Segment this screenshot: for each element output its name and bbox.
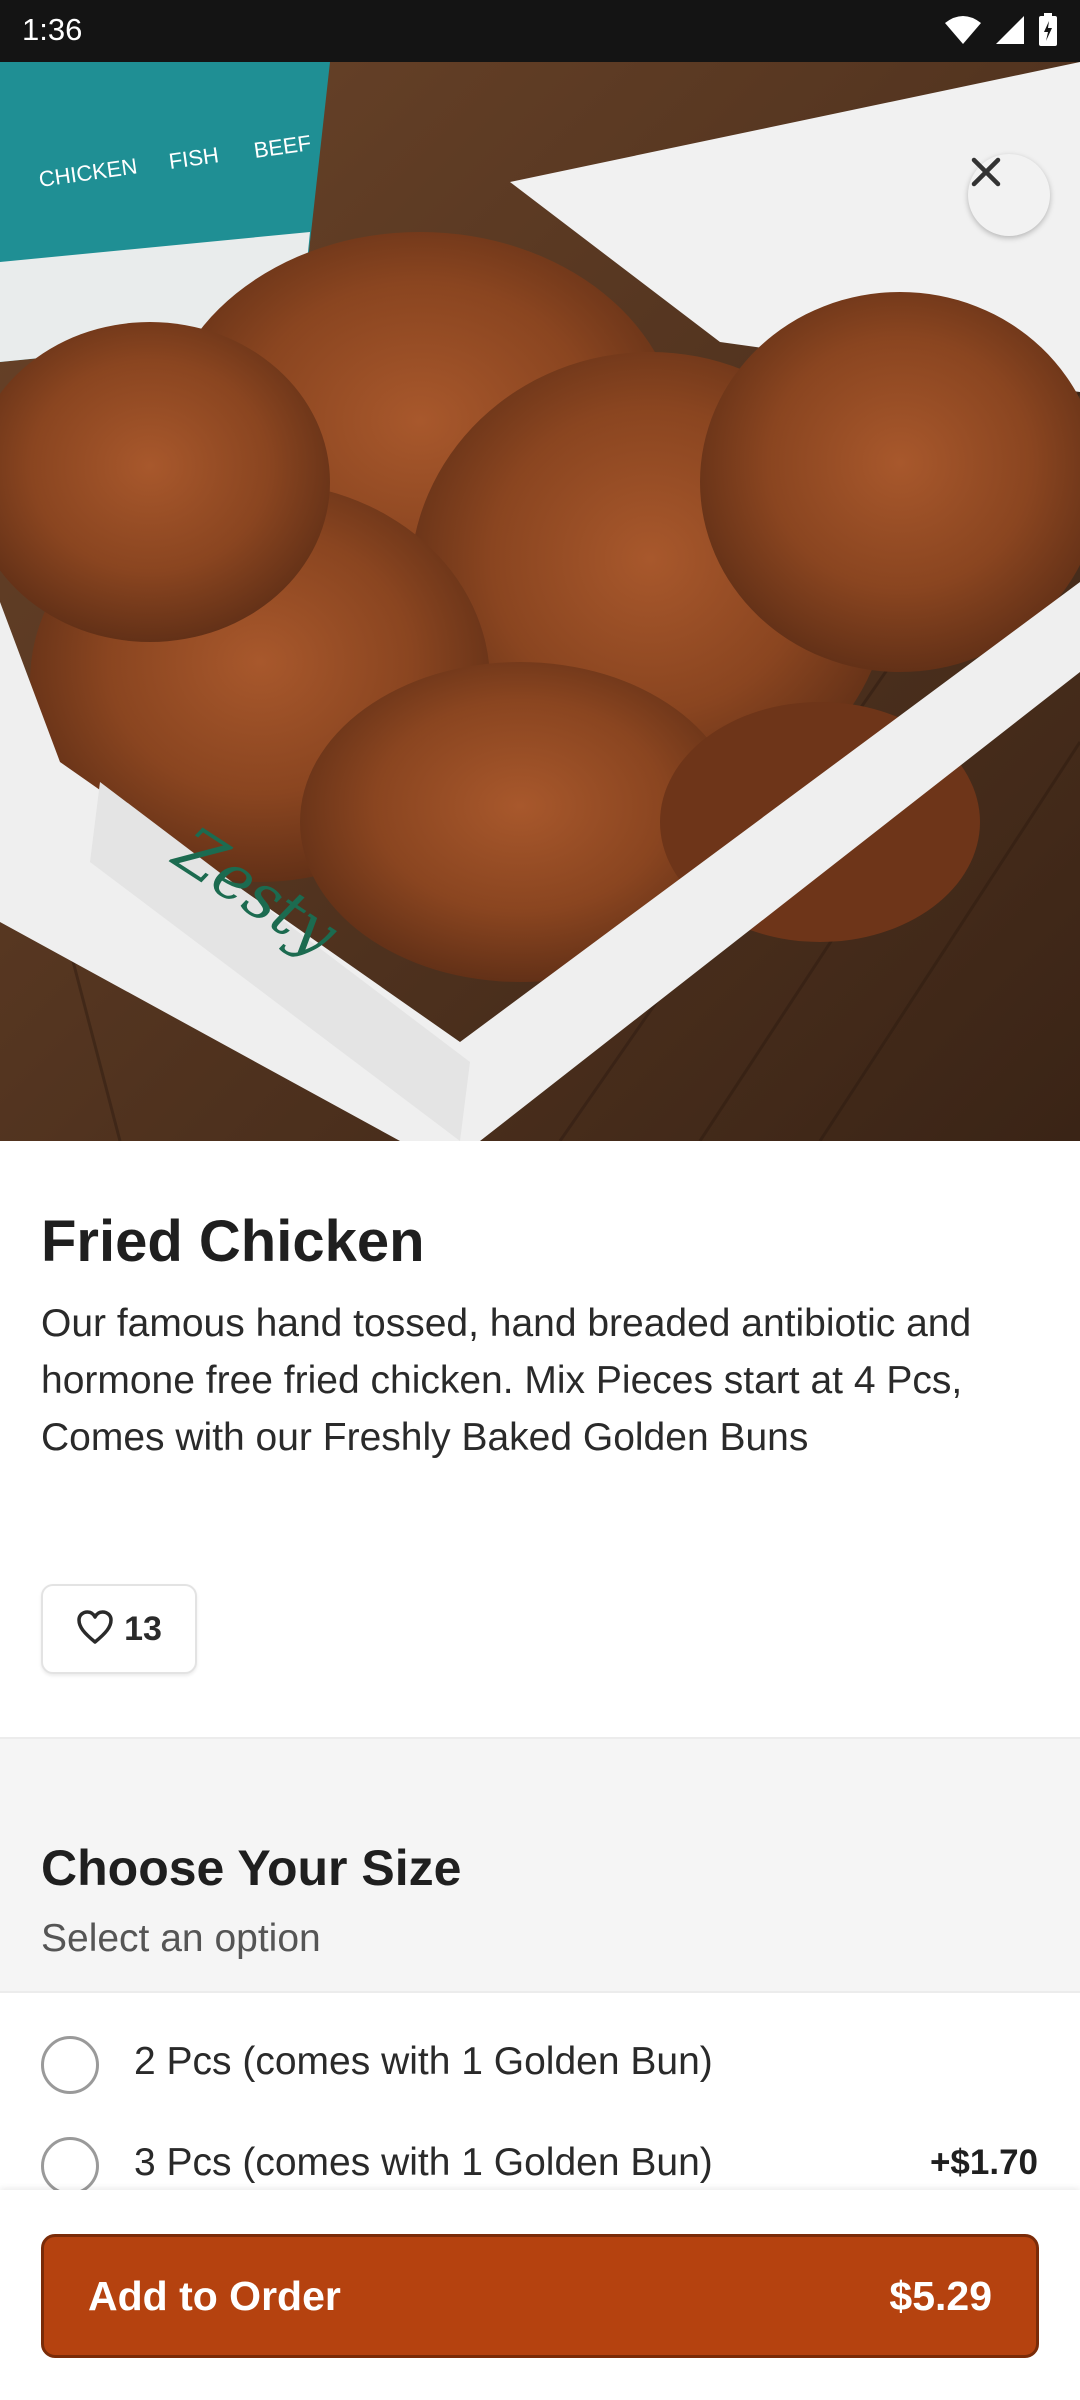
- radio-button[interactable]: [41, 2036, 99, 2094]
- favorite-button[interactable]: 13: [41, 1584, 197, 1674]
- item-title: Fried Chicken: [41, 1209, 425, 1274]
- wifi-icon: [944, 15, 982, 45]
- size-section-header: Choose Your Size Select an option: [0, 1737, 1080, 1993]
- bottom-action-bar: Add to Order $5.29: [0, 2190, 1080, 2400]
- order-total-price: $5.29: [889, 2273, 992, 2319]
- close-button[interactable]: [968, 154, 1050, 236]
- size-option-2-pcs[interactable]: 2 Pcs (comes with 1 Golden Bun): [0, 2018, 1080, 2118]
- section-subtitle: Select an option: [41, 1917, 321, 1960]
- radio-button[interactable]: [41, 2137, 99, 2195]
- option-label: 3 Pcs (comes with 1 Golden Bun): [134, 2141, 713, 2184]
- add-to-order-label: Add to Order: [88, 2273, 341, 2319]
- signal-icon: [994, 14, 1026, 46]
- option-price: +$1.70: [929, 2143, 1038, 2182]
- section-title: Choose Your Size: [41, 1840, 462, 1896]
- heart-icon: [76, 1609, 114, 1650]
- favorite-count: 13: [124, 1609, 162, 1648]
- option-label: 2 Pcs (comes with 1 Golden Bun): [134, 2040, 713, 2083]
- status-bar: 1:36: [0, 0, 1080, 62]
- battery-icon: [1038, 13, 1058, 47]
- item-description: Our famous hand tossed, hand breaded ant…: [41, 1302, 972, 1459]
- add-to-order-button[interactable]: Add to Order $5.29: [41, 2234, 1039, 2358]
- item-photo: CHICKEN FISH BEEF Zesty: [0, 62, 1080, 1141]
- status-time: 1:36: [22, 12, 83, 47]
- status-icons: [944, 13, 1058, 47]
